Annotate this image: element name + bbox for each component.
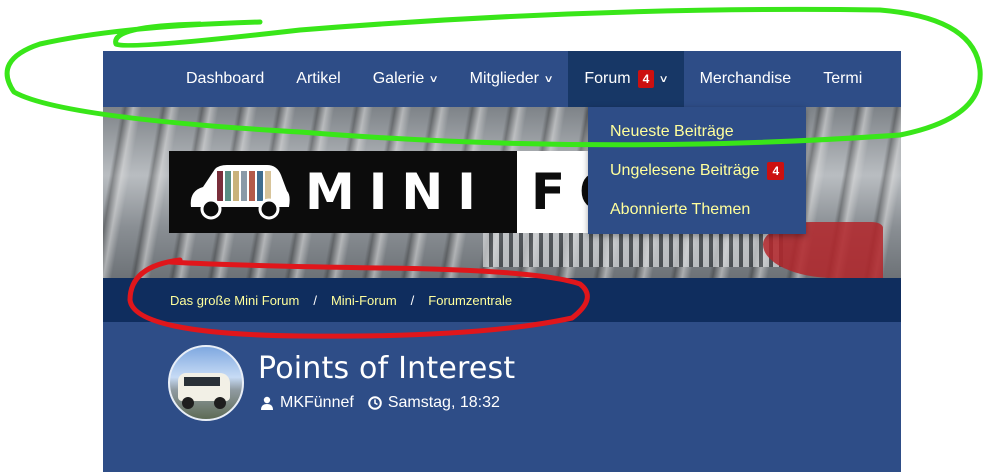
top-navigation: Dashboard Artikel Galerie ∨ Mitglieder ∨ F… <box>103 51 901 107</box>
nav-item-termine[interactable]: Termi <box>807 51 878 107</box>
nav-label: Merchandise <box>699 70 792 87</box>
chevron-down-icon: ∨ <box>428 73 440 85</box>
chevron-down-icon: ∨ <box>543 73 554 85</box>
user-icon <box>261 396 273 410</box>
breadcrumb-link-forumzentrale[interactable]: Forumzentrale <box>428 293 512 308</box>
nav-item-dashboard[interactable]: Dashboard <box>170 51 280 107</box>
logo-word-mini: MINI <box>305 163 490 221</box>
menu-item-label: Abonnierte Themen <box>610 200 751 218</box>
breadcrumb-separator: / <box>410 292 415 308</box>
clock-icon <box>368 396 382 410</box>
menu-item-abonnierte-themen[interactable]: Abonnierte Themen <box>588 190 806 229</box>
unread-count-badge: 4 <box>637 70 655 88</box>
menu-item-ungelesene-beitraege[interactable]: Ungelesene Beiträge 4 <box>588 151 806 190</box>
menu-item-label: Neueste Beiträge <box>610 122 734 140</box>
nav-item-mitglieder[interactable]: Mitglieder ∨ <box>454 51 569 107</box>
nav-label: Dashboard <box>186 70 265 87</box>
breadcrumb-separator: / <box>313 292 317 308</box>
nav-label: Forum <box>584 70 631 87</box>
forum-dropdown-menu: Neueste Beiträge Ungelesene Beiträge 4 Ab… <box>588 107 806 234</box>
nav-label: Galerie <box>372 70 425 87</box>
nav-label: Termi <box>823 70 863 87</box>
menu-item-neueste-beitraege[interactable]: Neueste Beiträge <box>588 112 806 151</box>
breadcrumb-link-home[interactable]: Das große Mini Forum <box>170 293 299 308</box>
nav-item-galerie[interactable]: Galerie ∨ <box>357 51 454 107</box>
breadcrumb-link-mini-forum[interactable]: Mini-Forum <box>331 293 397 308</box>
nav-item-artikel[interactable]: Artikel <box>280 51 356 107</box>
menu-item-label: Ungelesene Beiträge <box>610 161 760 179</box>
thread-title: Points of Interest <box>258 351 516 386</box>
forum-page: Dashboard Artikel Galerie ∨ Mitglieder ∨ F… <box>103 51 901 472</box>
unread-count-badge: 4 <box>767 161 785 180</box>
chevron-down-icon: ∨ <box>658 73 670 85</box>
nav-item-merchandise[interactable]: Merchandise <box>684 51 808 107</box>
thread-author-link[interactable]: MKFünnef <box>280 394 354 412</box>
nav-label: Mitglieder <box>469 70 539 87</box>
nav-label: Artikel <box>296 70 341 87</box>
thread-timestamp: Samstag, 18:32 <box>387 394 500 411</box>
mini-car-icon <box>190 165 290 220</box>
nav-item-forum[interactable]: Forum 4 ∨ <box>568 51 684 107</box>
thread-meta: MKFünnef Samstag, 18:32 <box>260 394 500 412</box>
breadcrumb: Das große Mini Forum / Mini-Forum / Foru… <box>103 278 901 322</box>
author-avatar[interactable] <box>168 345 244 421</box>
